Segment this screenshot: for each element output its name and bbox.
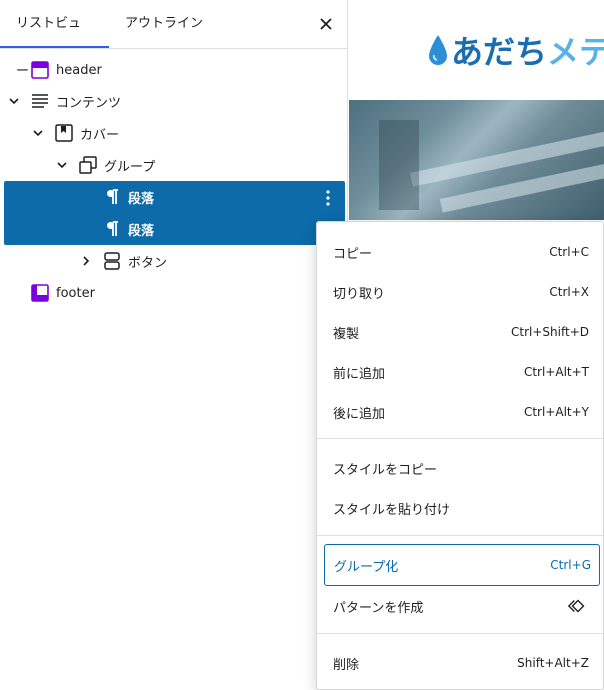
tree-item-footer[interactable]: footer xyxy=(30,277,95,309)
menu-item-duplicate[interactable]: 複製 Ctrl+Shift+D xyxy=(317,312,603,352)
tree-item-label: 段落 xyxy=(128,223,155,239)
menu-item-label: 前に追加 xyxy=(333,366,386,382)
tree-item-buttons[interactable]: ボタン xyxy=(78,245,167,277)
chevron-down-icon[interactable] xyxy=(6,93,22,109)
tree-item-label: 段落 xyxy=(128,191,155,207)
menu-item-shortcut: Shift+Alt+Z xyxy=(517,656,589,670)
post-content-icon xyxy=(32,94,48,108)
menu-item-copy[interactable]: コピー Ctrl+C xyxy=(317,232,603,272)
chevron-down-icon[interactable] xyxy=(30,125,46,141)
menu-item-label: グループ化 xyxy=(334,559,399,575)
template-part-header-icon xyxy=(31,61,49,79)
logo-text-primary: あだち xyxy=(451,33,548,71)
paragraph-icon xyxy=(107,221,118,236)
menu-separator xyxy=(317,438,603,439)
menu-item-label: パターンを作成 xyxy=(333,600,424,616)
buttons-icon xyxy=(104,252,120,270)
tree-item-content[interactable]: コンテンツ xyxy=(6,85,121,117)
symbol-icon xyxy=(567,599,585,613)
list-view-panel: リストビュー アウトライン header コンテンツ カバー グループ 段落 段… xyxy=(0,0,348,690)
tree-item-paragraph[interactable]: 段落 xyxy=(102,181,154,213)
tree-item-group[interactable]: グループ xyxy=(54,149,155,181)
menu-item-label: 複製 xyxy=(333,326,360,342)
menu-item-shortcut: Ctrl+Alt+Y xyxy=(523,405,589,419)
menu-item-label: 切り取り xyxy=(333,286,386,302)
cover-image xyxy=(349,100,604,220)
tree-item-paragraph[interactable]: 段落 xyxy=(102,213,154,245)
menu-item-shortcut: Ctrl+Alt+T xyxy=(523,365,589,379)
more-options-icon[interactable] xyxy=(318,188,338,208)
menu-item-copy-styles[interactable]: スタイルをコピー xyxy=(317,448,603,488)
menu-item-cut[interactable]: 切り取り Ctrl+X xyxy=(317,272,603,312)
menu-separator xyxy=(317,535,603,536)
tree-item-label: グループ xyxy=(104,159,156,175)
selection-highlight xyxy=(4,181,345,245)
tab-outline[interactable]: アウトライン xyxy=(109,0,219,48)
chevron-right-icon[interactable] xyxy=(78,253,94,269)
tree-item-cover[interactable]: カバー xyxy=(30,117,119,149)
tree-item-label: ボタン xyxy=(128,255,168,271)
cover-icon xyxy=(55,124,73,142)
menu-item-label: スタイルを貼り付け xyxy=(333,502,451,518)
menu-item-group[interactable]: グループ化 Ctrl+G xyxy=(324,544,600,586)
close-icon[interactable] xyxy=(316,14,336,34)
menu-item-label: スタイルをコピー xyxy=(333,462,438,478)
menu-item-shortcut: Ctrl+Shift+D xyxy=(511,325,589,339)
site-logo: あだち メテ xyxy=(427,28,604,72)
tab-list-view[interactable]: リストビュー xyxy=(0,0,109,79)
tree-item-label: コンテンツ xyxy=(56,95,122,111)
menu-item-label: コピー xyxy=(333,246,373,262)
menu-item-paste-styles[interactable]: スタイルを貼り付け xyxy=(317,488,603,528)
menu-item-shortcut: Ctrl+C xyxy=(549,245,589,259)
logo-text-secondary: メテ xyxy=(547,33,604,71)
water-drop-icon xyxy=(429,35,447,65)
tree-item-label: カバー xyxy=(80,127,120,143)
menu-separator xyxy=(317,633,603,634)
group-icon xyxy=(79,156,97,174)
tree-item-label: header xyxy=(56,62,102,78)
menu-item-shortcut: Ctrl+X xyxy=(549,285,589,299)
template-part-footer-icon xyxy=(31,284,49,302)
panel-tabs: リストビュー アウトライン xyxy=(0,0,348,79)
tree-item-label: footer xyxy=(56,285,95,301)
paragraph-icon xyxy=(107,189,118,204)
chevron-down-icon[interactable] xyxy=(54,157,70,173)
menu-item-insert-before[interactable]: 前に追加 Ctrl+Alt+T xyxy=(317,352,603,392)
menu-item-shortcut: Ctrl+G xyxy=(550,558,591,572)
menu-item-label: 後に追加 xyxy=(333,406,386,422)
menu-item-insert-after[interactable]: 後に追加 Ctrl+Alt+Y xyxy=(317,392,603,432)
tree-item-header[interactable]: header xyxy=(30,54,102,86)
menu-item-create-pattern[interactable]: パターンを作成 xyxy=(317,586,603,626)
menu-item-delete[interactable]: 削除 Shift+Alt+Z xyxy=(317,643,603,683)
block-context-menu: コピー Ctrl+C 切り取り Ctrl+X 複製 Ctrl+Shift+D 前… xyxy=(316,221,604,690)
menu-item-label: 削除 xyxy=(333,657,360,673)
